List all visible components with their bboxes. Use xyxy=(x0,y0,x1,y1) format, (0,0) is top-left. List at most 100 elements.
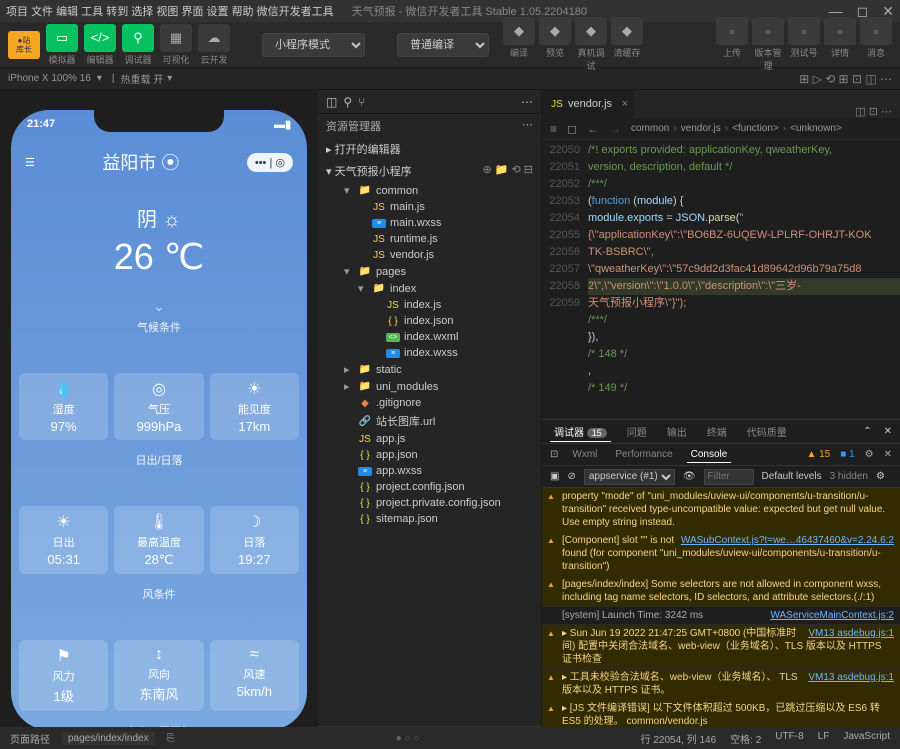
tree-runtime.js[interactable]: JSruntime.js xyxy=(318,231,541,247)
mode-select[interactable]: 小程序模式 xyxy=(262,33,365,57)
panel-风速: ≈风速5km/h xyxy=(210,640,299,711)
tree-main.wxss[interactable]: ≡main.wxss xyxy=(318,215,541,231)
editor-pane: JSvendor.js× ◫ ⊡ ⋯ ≡ ◻ ← → common›vendor… xyxy=(542,90,900,749)
menu-界面[interactable]: 界面 xyxy=(181,6,203,18)
search-icon[interactable]: ⚲ xyxy=(343,95,352,109)
tree-index[interactable]: ▾📁index xyxy=(318,280,541,297)
tree-project.config.json[interactable]: { }project.config.json xyxy=(318,479,541,495)
page-path[interactable]: pages/index/index xyxy=(62,732,155,745)
menu-文件[interactable]: 文件 xyxy=(31,6,53,18)
tree-main.js[interactable]: JSmain.js xyxy=(318,199,541,215)
project-root[interactable]: ▾ 天气预报小程序 ⊕ 📁 ⟲ ⊟ xyxy=(318,160,541,182)
con-tab-调试器[interactable]: 调试器 15 xyxy=(550,422,611,442)
action-预览[interactable]: ◆ xyxy=(539,17,571,45)
tree-vendor.js[interactable]: JSvendor.js xyxy=(318,247,541,263)
toggle-icon[interactable]: ≡ xyxy=(550,122,557,136)
action-真机调试[interactable]: ◆ xyxy=(575,17,607,45)
editor-button[interactable]: </> xyxy=(84,24,116,52)
device-select[interactable]: iPhone X 100% 16 xyxy=(8,73,91,84)
tree-app.js[interactable]: JSapp.js xyxy=(318,431,541,447)
menu-微信开发者工具[interactable]: 微信开发者工具 xyxy=(257,6,334,18)
action-编译[interactable]: ◆ xyxy=(503,17,535,45)
tree-index.json[interactable]: { }index.json xyxy=(318,313,541,329)
tree-app.json[interactable]: { }app.json xyxy=(318,447,541,463)
log-line: [pages/index/index] Some selectors are n… xyxy=(542,576,900,607)
scm-icon[interactable]: ⑂ xyxy=(358,95,365,109)
menu-选择[interactable]: 选择 xyxy=(131,6,153,18)
code-body[interactable]: /*! exports provided: applicationKey, qw… xyxy=(588,140,900,419)
close-icon[interactable]: ✕ xyxy=(884,426,892,437)
gear-icon[interactable]: ⚙ xyxy=(865,449,874,460)
con-tab-终端[interactable]: 终端 xyxy=(703,422,731,441)
simulator-button[interactable]: ▭ xyxy=(46,24,78,52)
menu-转到[interactable]: 转到 xyxy=(106,6,128,18)
tree-sitemap.json[interactable]: { }sitemap.json xyxy=(318,511,541,527)
forward-icon[interactable]: → xyxy=(609,122,621,136)
open-editors[interactable]: ▸ 打开的编辑器 xyxy=(318,138,541,160)
hot-reload[interactable]: 热重载 开 xyxy=(120,71,163,86)
toolbar: ●站库长 ▭模拟器 </>编辑器 ⚲调试器 ▦可视化 ☁云开发 小程序模式 普通… xyxy=(0,22,900,68)
panel-日落: ☽日落19:27 xyxy=(210,506,299,574)
context-select[interactable]: appservice (#1) xyxy=(584,469,675,485)
tree-uni_modules[interactable]: ▸📁uni_modules xyxy=(318,378,541,395)
menu-视图[interactable]: 视图 xyxy=(156,6,178,18)
con-tab-问题[interactable]: 问题 xyxy=(623,422,651,441)
chevron-down-icon[interactable]: ⌄ xyxy=(11,298,307,315)
editor-tabs: JSvendor.js× ◫ ⊡ ⋯ xyxy=(542,90,900,118)
inspect-icon[interactable]: ⊡ xyxy=(550,449,558,460)
right-消息[interactable]: ▫ xyxy=(860,17,892,45)
capsule-button[interactable]: ••• | ◎ xyxy=(247,153,293,172)
tree-project.private.config.json[interactable]: { }project.private.config.json xyxy=(318,495,541,511)
close-tab-icon[interactable]: × xyxy=(622,98,628,110)
panel-icon[interactable]: ◫ xyxy=(326,95,337,109)
tree-.gitignore[interactable]: ◆.gitignore xyxy=(318,395,541,411)
compile-select[interactable]: 普通编译 xyxy=(397,33,489,57)
visual-button[interactable]: ▦ xyxy=(160,24,192,52)
tree-app.wxss[interactable]: ≡app.wxss xyxy=(318,463,541,479)
panel-风向: ↕风向东南风 xyxy=(114,640,203,711)
menu-项目[interactable]: 项目 xyxy=(6,6,28,18)
con-tab-代码质量[interactable]: 代码质量 xyxy=(743,422,791,441)
eye-icon[interactable]: 👁 xyxy=(683,471,696,482)
tree-pages[interactable]: ▾📁pages xyxy=(318,263,541,280)
simulator-pane: 21:47▬▮ ☰ 益阳市 ⦿ ••• | ◎ 阴 ☼ 26 ℃ ⌄ 气候条件 … xyxy=(0,90,318,749)
panel-能见度: ☀能见度17km xyxy=(210,373,299,440)
tree-index.js[interactable]: JSindex.js xyxy=(318,297,541,313)
action-清缓存[interactable]: ◆ xyxy=(611,17,643,45)
menu-设置[interactable]: 设置 xyxy=(207,6,229,18)
log-line: WASubContext.js?t=we…46437460&v=2.24.6:2… xyxy=(542,532,900,576)
copy-icon[interactable]: ⎘ xyxy=(167,733,175,744)
tree-站长图库.url[interactable]: 🔗站长图库.url xyxy=(318,411,541,431)
gear-icon[interactable]: ⚙ xyxy=(876,471,885,482)
tree-common[interactable]: ▾📁common xyxy=(318,182,541,199)
cloud-button[interactable]: ☁ xyxy=(198,24,230,52)
con-tab-输出[interactable]: 输出 xyxy=(663,422,691,441)
right-测试号[interactable]: ▫ xyxy=(788,17,820,45)
panel-气压: ◎气压999hPa xyxy=(114,373,203,440)
clear-icon[interactable]: ⊘ xyxy=(567,471,575,482)
right-详情[interactable]: ▫ xyxy=(824,17,856,45)
debugger-button[interactable]: ⚲ xyxy=(122,24,154,52)
phone-frame: 21:47▬▮ ☰ 益阳市 ⦿ ••• | ◎ 阴 ☼ 26 ℃ ⌄ 气候条件 … xyxy=(11,110,307,730)
close-panel-icon[interactable]: ✕ xyxy=(884,449,892,460)
bookmark-icon[interactable]: ◻ xyxy=(567,122,577,136)
menu-工具[interactable]: 工具 xyxy=(81,6,103,18)
menu-编辑[interactable]: 编辑 xyxy=(56,6,78,18)
chevron-up-icon[interactable]: ⌃ xyxy=(863,426,871,437)
menu-icon[interactable]: ☰ xyxy=(25,156,35,169)
tab-vendor[interactable]: JSvendor.js× xyxy=(542,90,634,118)
tree-static[interactable]: ▸📁static xyxy=(318,361,541,378)
editor-top-icons[interactable]: ⊞ ▷ ⟲ ⊞ ⊡ ◫ ⋯ xyxy=(799,72,892,86)
back-icon[interactable]: ← xyxy=(587,122,599,136)
levels-select[interactable]: Default levels xyxy=(762,471,822,482)
filter-input[interactable] xyxy=(704,469,754,485)
sidebar-icon[interactable]: ▣ xyxy=(550,471,559,482)
logo-button[interactable]: ●站库长 xyxy=(8,31,40,59)
breadcrumb[interactable]: common›vendor.js›<function>›<unknown> xyxy=(631,123,892,134)
right-上传[interactable]: ▫ xyxy=(716,17,748,45)
right-版本管理[interactable]: ▫ xyxy=(752,17,784,45)
menu-帮助[interactable]: 帮助 xyxy=(232,6,254,18)
tree-index.wxss[interactable]: ≡index.wxss xyxy=(318,345,541,361)
line-gutter: 2205022051220522205322054220552205622057… xyxy=(542,140,588,419)
tree-index.wxml[interactable]: <>index.wxml xyxy=(318,329,541,345)
